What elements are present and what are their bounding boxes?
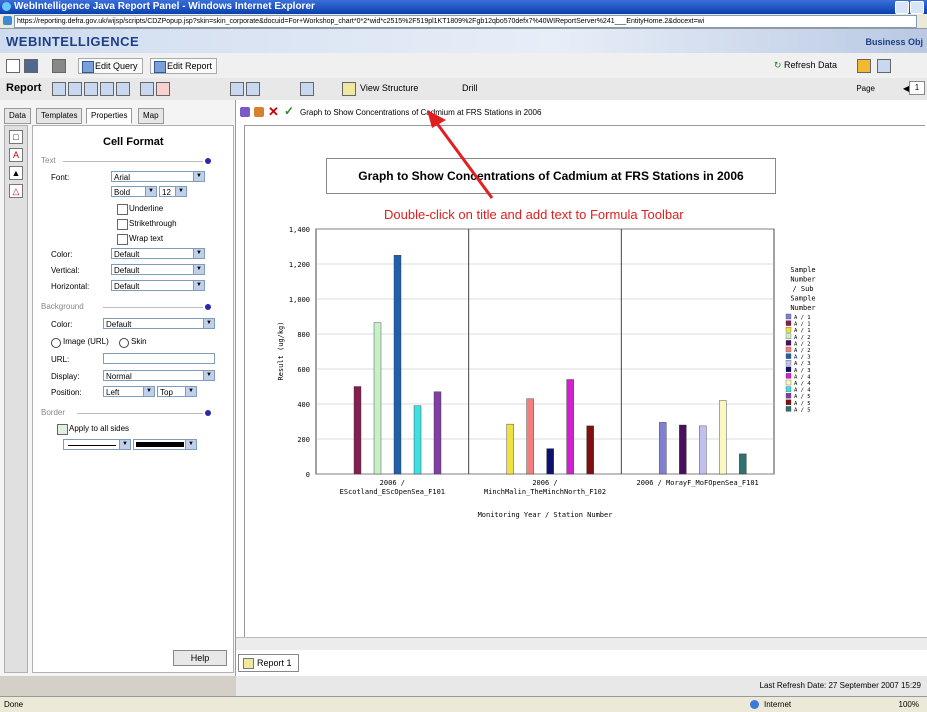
legend-label: A / 5	[794, 394, 811, 400]
legend-swatch	[785, 353, 792, 359]
y-tick-label: 0	[306, 471, 310, 479]
bar	[433, 391, 442, 475]
annotation-arrowhead	[427, 110, 446, 128]
bar	[393, 255, 402, 475]
y-tick-label: 1,000	[289, 296, 310, 304]
legend-swatch	[785, 327, 792, 333]
legend-swatch	[785, 320, 792, 326]
legend-swatch	[785, 313, 792, 320]
legend-swatch	[785, 360, 792, 366]
legend-swatch	[785, 399, 792, 405]
legend-label: A / 2	[794, 341, 811, 347]
legend-title-line: Sample	[790, 266, 815, 274]
x-tick-label: 2006 / MorayF_MoFOpenSea_F101	[637, 479, 759, 487]
legend-swatch	[785, 373, 792, 379]
horizontal-scrollbar[interactable]	[236, 637, 927, 650]
x-tick-label: MinchMalin_TheMinchNorth_F102	[484, 488, 606, 496]
y-axis-title: Result (ug/kg)	[277, 321, 285, 380]
report-status: Last Refresh Date: 27 September 2007 15:…	[236, 676, 927, 696]
ie-statusbar: Done Internet 100%	[0, 696, 927, 712]
report-tab[interactable]: Report 1	[238, 654, 299, 672]
legend-label: A / 4	[794, 374, 811, 380]
x-tick-label: EScotland_EScOpenSea_F101	[340, 488, 445, 496]
legend-label: A / 2	[794, 348, 811, 354]
legend-title-line: / Sub	[792, 285, 813, 293]
bar	[546, 448, 554, 475]
bar	[373, 322, 382, 475]
legend-label: A / 3	[794, 368, 811, 374]
legend-label: A / 4	[794, 381, 811, 387]
bar	[659, 422, 667, 475]
legend-swatch	[785, 386, 792, 392]
bar	[586, 425, 594, 475]
bar	[739, 453, 747, 475]
legend-label: A / 2	[794, 335, 811, 341]
bar	[526, 398, 534, 475]
zoom-text[interactable]: 100%	[899, 697, 919, 712]
refresh-date: Last Refresh Date: 27 September 2007 15:…	[759, 681, 921, 690]
legend-swatch	[785, 393, 792, 399]
legend-swatch	[785, 333, 792, 339]
ie-status-text: Done	[4, 700, 24, 709]
y-tick-label: 800	[297, 331, 310, 339]
y-tick-label: 1,400	[289, 226, 310, 234]
bar	[566, 379, 574, 475]
annotation-arrow	[431, 117, 494, 199]
bar	[679, 424, 687, 475]
bar	[413, 405, 422, 475]
legend-swatch	[785, 379, 792, 386]
x-axis-title: Monitoring Year / Station Number	[478, 511, 613, 519]
legend-swatch	[785, 406, 792, 412]
legend-title-line: Sample	[790, 295, 815, 303]
y-tick-label: 200	[297, 436, 310, 444]
bar	[719, 400, 727, 475]
legend-label: A / 5	[794, 401, 811, 407]
zone-text: Internet	[764, 700, 792, 709]
x-tick-label: 2006 /	[532, 479, 557, 487]
chart-layer: 02004006008001,0001,2001,4002006 /EScotl…	[277, 226, 816, 519]
bar	[506, 423, 514, 475]
legend-title-line: Number	[790, 304, 815, 312]
legend-label: A / 1	[794, 315, 811, 321]
y-tick-label: 600	[297, 366, 310, 374]
globe-icon	[750, 700, 759, 709]
legend-swatch	[785, 366, 792, 372]
legend-label: A / 1	[794, 328, 811, 334]
legend-label: A / 3	[794, 355, 811, 361]
x-tick-label: 2006 /	[380, 479, 405, 487]
legend-label: A / 5	[794, 407, 811, 413]
legend-title-line: Number	[790, 276, 815, 284]
chart-svg: 02004006008001,0001,2001,4002006 /EScotl…	[277, 110, 816, 519]
legend-swatch	[785, 346, 792, 353]
legend-swatch	[785, 340, 792, 346]
bar	[699, 425, 707, 475]
report-tab-icon	[243, 658, 254, 669]
legend-label: A / 3	[794, 361, 811, 367]
y-tick-label: 1,200	[289, 261, 310, 269]
y-tick-label: 400	[297, 401, 310, 409]
legend-label: A / 1	[794, 322, 811, 328]
bar	[353, 386, 362, 475]
legend-label: A / 4	[794, 388, 811, 394]
